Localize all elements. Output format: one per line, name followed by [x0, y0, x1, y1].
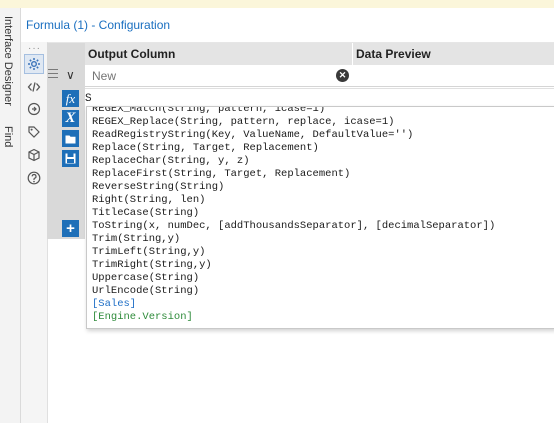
side-tab-find[interactable]: Find [2, 126, 14, 147]
autocomplete-item[interactable]: ToString(x, numDec, [addThousandsSeparat… [92, 220, 495, 233]
autocomplete-list: REGEX_Match(String, pattern, icase=1) REG… [92, 107, 495, 324]
autocomplete-item[interactable]: [Engine.Version] [92, 311, 495, 324]
expression-text: S [85, 93, 92, 105]
rail-grip-dots[interactable]: ··· [28, 43, 41, 54]
data-preview-cell [354, 65, 554, 87]
config-icon-rail: ··· [21, 42, 48, 423]
cube-icon[interactable] [25, 146, 43, 164]
data-preview-header: Data Preview [353, 43, 554, 65]
side-tab-interface-designer[interactable]: Interface Designer [2, 16, 14, 106]
autocomplete-item[interactable]: UrlEncode(String) [92, 285, 495, 298]
autocomplete-item[interactable]: REGEX_Match(String, pattern, icase=1) [92, 107, 495, 116]
target-icon[interactable] [25, 100, 43, 118]
autocomplete-item[interactable]: [Sales] [92, 298, 495, 311]
autocomplete-item[interactable]: ReplaceChar(String, y, z) [92, 155, 495, 168]
autocomplete-item[interactable]: Trim(String,y) [92, 233, 495, 246]
tag-icon[interactable] [25, 123, 43, 141]
autocomplete-popup: REGEX_Match(String, pattern, icase=1) REG… [86, 106, 554, 329]
autocomplete-item[interactable]: Right(String, len) [92, 194, 495, 207]
help-icon[interactable] [25, 169, 43, 187]
drag-handle-icon[interactable] [48, 69, 58, 81]
chevron-down-icon[interactable]: ∨ [66, 68, 75, 82]
output-column-row: ✕ [85, 65, 354, 87]
configuration-title-bar: Formula (1) - Configuration [21, 8, 554, 43]
autocomplete-item[interactable]: TrimLeft(String,y) [92, 246, 495, 259]
autocomplete-item[interactable]: TitleCase(String) [92, 207, 495, 220]
autocomplete-item[interactable]: Uppercase(String) [92, 272, 495, 285]
clear-icon[interactable]: ✕ [336, 69, 349, 82]
function-icon[interactable]: fx [62, 90, 79, 107]
add-column-button[interactable]: + [62, 220, 79, 237]
output-column-header: Output Column [85, 43, 353, 65]
gear-icon[interactable] [24, 54, 44, 74]
row-controls: ∨ [47, 65, 85, 86]
data-preview-header-label: Data Preview [356, 47, 431, 61]
output-column-header-label: Output Column [88, 47, 176, 61]
open-folder-icon[interactable] [62, 130, 79, 147]
output-column-input[interactable] [90, 67, 329, 84]
variable-icon[interactable]: X [62, 110, 79, 127]
autocomplete-item[interactable]: REGEX_Replace(String, pattern, replace, … [92, 116, 495, 129]
window-title: Formula (1) - Configuration [26, 18, 171, 32]
autocomplete-item[interactable]: ReadRegistryString(Key, ValueName, Defau… [92, 129, 495, 142]
autocomplete-item[interactable]: TrimRight(String,y) [92, 259, 495, 272]
autocomplete-item[interactable]: ReverseString(String) [92, 181, 495, 194]
autocomplete-item[interactable]: Replace(String, Target, Replacement) [92, 142, 495, 155]
side-tab-pane: Interface Designer Find [0, 8, 21, 423]
save-icon[interactable] [62, 150, 79, 167]
autocomplete-item[interactable]: ReplaceFirst(String, Target, Replacement… [92, 168, 495, 181]
code-icon[interactable] [25, 78, 43, 96]
